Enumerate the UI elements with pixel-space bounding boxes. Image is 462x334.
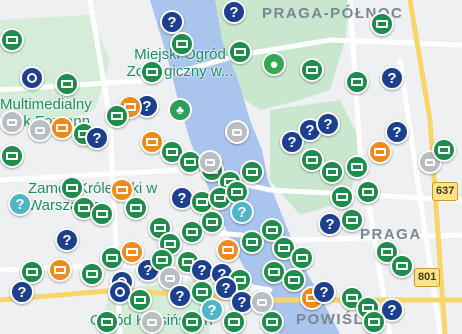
ticket-marker[interactable] [105,104,129,128]
question-marker[interactable]: ? [160,10,184,34]
ticket-marker[interactable] [140,60,164,84]
ticket-marker[interactable] [128,288,152,312]
message-marker[interactable] [198,150,222,174]
ticket-marker[interactable] [170,32,194,56]
paw-marker[interactable]: ● [262,52,286,76]
ticket-marker[interactable] [345,70,369,94]
question-marker[interactable]: ? [55,228,79,252]
ticket-marker[interactable] [362,310,386,334]
ticket-marker[interactable] [320,160,344,184]
message-marker[interactable] [140,310,164,334]
ticket-marker[interactable] [260,310,284,334]
question-marker[interactable]: ? [312,280,336,304]
road-shield-637: 637 [432,182,459,201]
road-shield-801: 801 [414,268,441,287]
question-marker[interactable]: ? [222,0,246,24]
ticket-marker[interactable] [330,185,354,209]
ticket-marker[interactable] [356,180,380,204]
ticket-marker[interactable] [200,210,224,234]
ticket-marker[interactable] [124,196,148,220]
ticket-marker[interactable] [55,72,79,96]
question-marker[interactable]: ? [385,120,409,144]
ticket-marker[interactable] [240,160,264,184]
question-marker[interactable]: ? [380,66,404,90]
question-marker[interactable]: ? [316,112,340,136]
ghost-marker[interactable]: ? [230,200,254,224]
question-marker[interactable]: ? [10,280,34,304]
ticket-marker[interactable] [222,310,246,334]
question-marker[interactable]: ? [168,284,192,308]
ticket-marker[interactable] [228,40,252,64]
ticket-marker[interactable] [0,144,24,168]
message-marker[interactable] [225,120,249,144]
clock-marker[interactable] [20,66,44,90]
ticket-marker[interactable] [90,202,114,226]
ticket-marker[interactable] [80,262,104,286]
ticket-marker[interactable] [0,28,24,52]
ticket-marker[interactable] [300,58,324,82]
question-marker[interactable]: ? [318,212,342,236]
message-marker[interactable] [0,110,24,134]
ticket-marker[interactable] [282,268,306,292]
ticket-marker[interactable] [370,12,394,36]
ticket-marker[interactable] [345,155,369,179]
ghost-marker[interactable]: ? [8,192,32,216]
ticket-marker[interactable] [390,254,414,278]
tree-icon[interactable]: ♣ [168,98,192,122]
ticket-marker[interactable] [432,138,456,162]
gift-marker[interactable] [368,140,392,164]
ticket-marker[interactable] [180,310,204,334]
ticket-marker[interactable] [290,246,314,270]
gift-marker[interactable] [50,116,74,140]
question-marker[interactable]: ? [85,126,109,150]
ticket-marker[interactable] [340,208,364,232]
gift-marker[interactable] [216,238,240,262]
ticket-marker[interactable] [95,310,119,334]
gift-marker[interactable] [48,258,72,282]
message-marker[interactable] [28,118,52,142]
